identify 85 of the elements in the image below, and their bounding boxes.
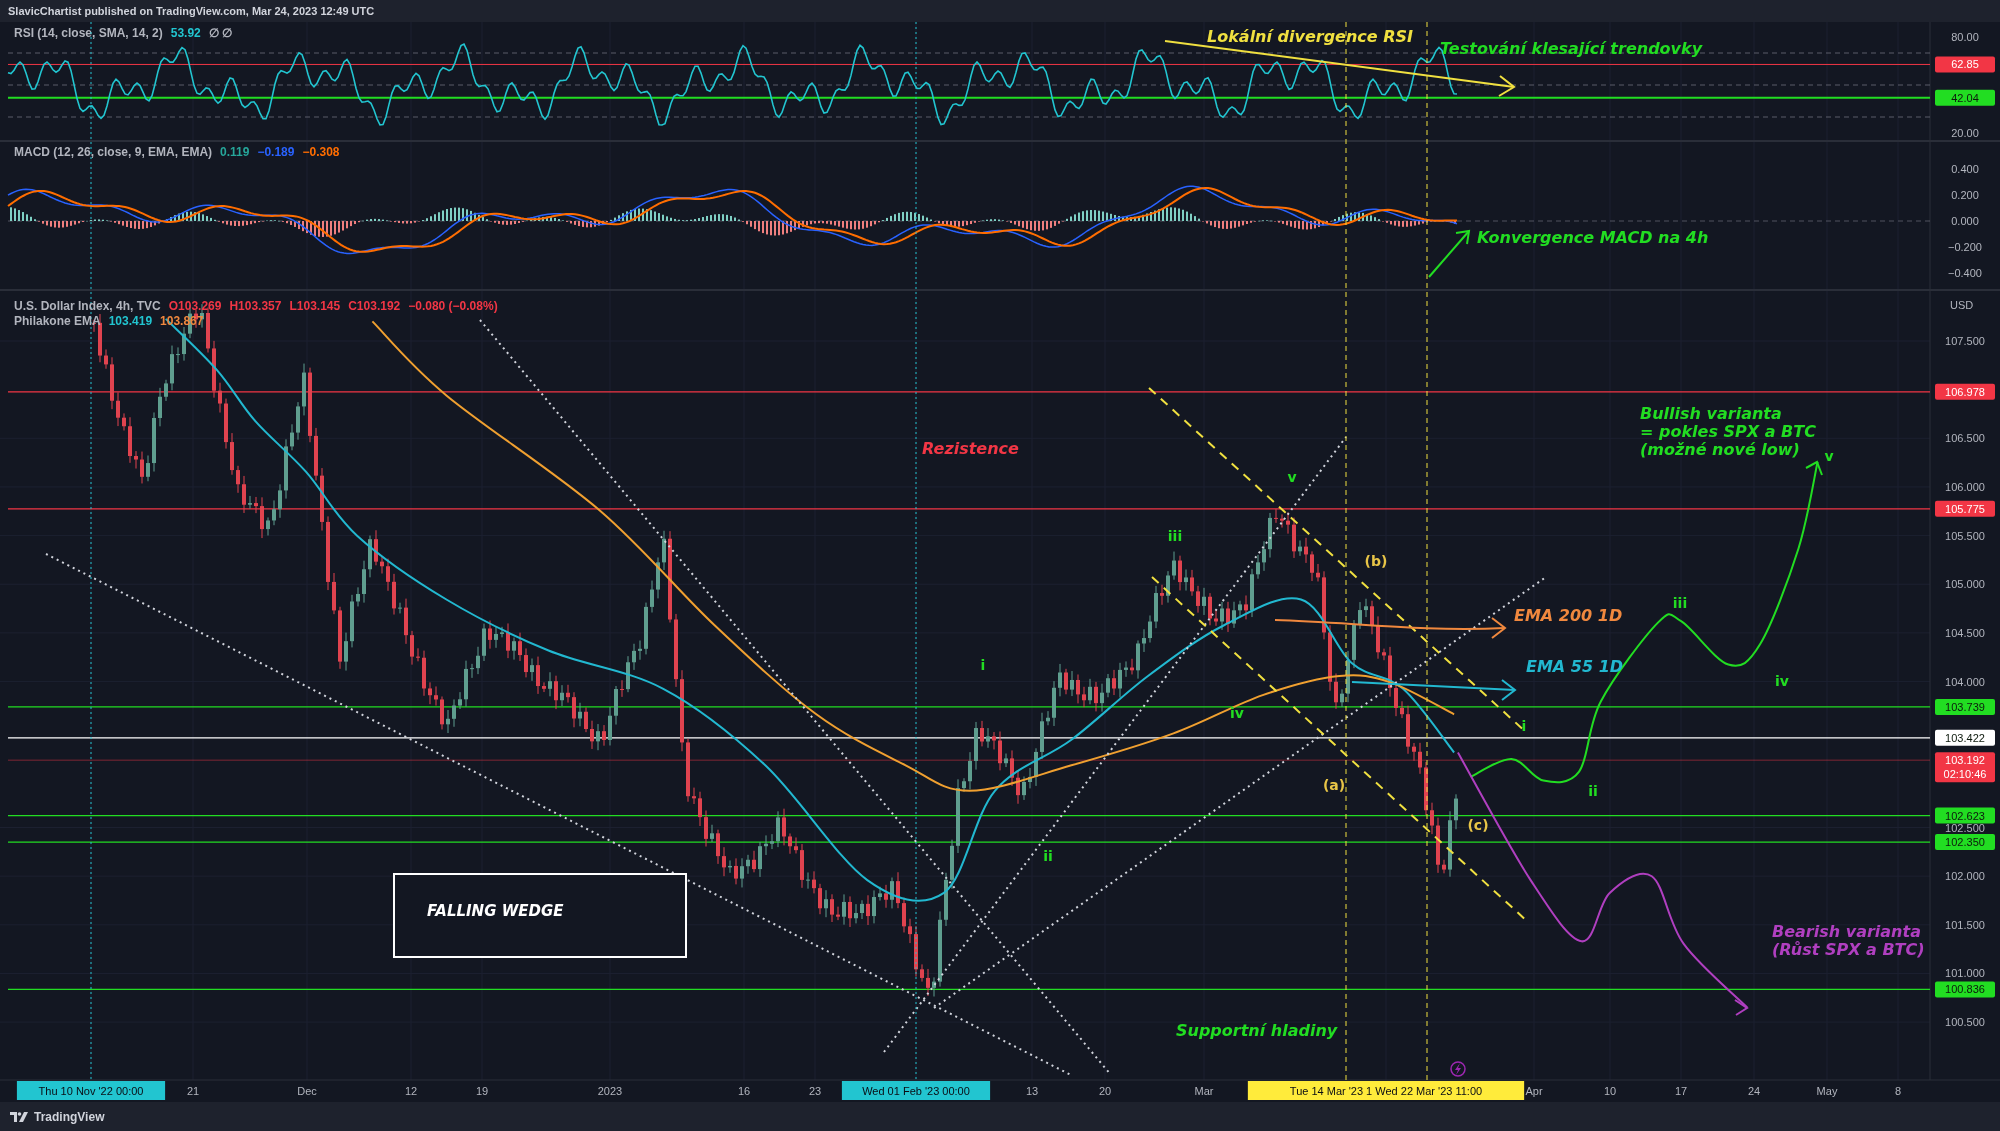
time-tick-label: Mar <box>1194 1085 1214 1097</box>
time-tick-label: 10 <box>1603 1085 1617 1097</box>
time-tick-label: 13 <box>1025 1085 1039 1097</box>
indicator-legend: −0.308 <box>302 145 340 159</box>
annotation-text: EMA 55 1D <box>1526 657 1624 676</box>
axis-tick-label: 104.500 <box>1945 626 1985 639</box>
time-tick-label: 2023 <box>597 1085 623 1097</box>
time-tick-label: Apr <box>1525 1085 1543 1097</box>
wave-label: v <box>1824 448 1834 464</box>
time-tick-label: 23 <box>808 1085 822 1097</box>
time-tick-label: 21 <box>186 1085 200 1097</box>
annotation-text: Konvergence MACD na 4h <box>1477 228 1709 247</box>
indicator-legend: 53.92 <box>170 26 201 40</box>
axis-tick-label: 0.400 <box>1951 163 1979 175</box>
axis-tick-label: 0.200 <box>1951 189 1979 201</box>
annotation-text: Lokální divergence RSI <box>1207 27 1414 46</box>
symbol-legend: −0.080 (−0.08%) <box>408 299 498 313</box>
axis-tick-label: 20.00 <box>1951 127 1979 139</box>
wave-label: iv <box>1775 673 1789 689</box>
date-marker-label: Wed 01 Feb '23 00:00 <box>841 1081 991 1100</box>
wave-label: (a) <box>1322 777 1346 793</box>
time-tick-label: 20 <box>1098 1085 1112 1097</box>
axis-tick-label: 100.500 <box>1945 1016 1985 1029</box>
publisher-caption: SlavicChartist published on TradingView.com, Mar 24, 2023 12:49 UTC <box>0 0 2000 22</box>
wave-label: (b) <box>1364 553 1388 569</box>
axis-tick-label: 101.500 <box>1945 918 1985 931</box>
indicator-legend: −0.189 <box>257 145 295 159</box>
price-label: 62.85 <box>1935 56 1995 73</box>
time-tick-label: 8 <box>1894 1085 1902 1097</box>
price-label: 103.192 02:10:46 <box>1935 752 1995 783</box>
symbol-legend: O103.269 <box>168 299 222 313</box>
axis-tick-label: 102.000 <box>1945 870 1985 883</box>
axis-tick-label: 0.000 <box>1951 215 1979 227</box>
indicator-legend: 0.119 <box>220 145 250 159</box>
wave-label: ii <box>1043 848 1053 864</box>
wave-label: iii <box>1167 528 1183 544</box>
wave-label: iv <box>1230 705 1244 721</box>
price-label: 102.350 <box>1935 834 1995 851</box>
symbol-legend: U.S. Dollar Index, 4h, TVC <box>14 299 161 313</box>
lightning-icon[interactable] <box>1450 1061 1466 1077</box>
axis-tick-label: 101.000 <box>1945 967 1985 980</box>
axis-tick-label: 106.000 <box>1945 480 1985 493</box>
annotation-text: Testování klesající trendovky <box>1440 39 1703 58</box>
annotation-text: Bullish varianta = pokles SPX a BTC (možné nové low) <box>1640 404 1816 459</box>
axis-tick-label: 106.500 <box>1945 432 1985 445</box>
annotation-text: Bearish varianta (Růst SPX a BTC) <box>1772 922 1925 959</box>
brand-name: TradingView <box>34 1109 105 1124</box>
logo-icon <box>10 1111 28 1122</box>
date-marker-label: Thu 10 Nov '22 00:00 <box>16 1081 166 1100</box>
symbol-legend: L103.145 <box>289 299 341 313</box>
axis-tick-label: 80.00 <box>1951 31 1979 43</box>
axis-tick-label: 105.000 <box>1945 578 1985 591</box>
time-tick-label: 16 <box>737 1085 751 1097</box>
axis-tick-label: −0.400 <box>1948 267 1982 279</box>
annotation-text: Rezistence <box>922 439 1019 458</box>
time-tick-label: 12 <box>404 1085 418 1097</box>
currency-label: USD <box>1950 299 1974 311</box>
wave-label: i <box>1521 718 1527 734</box>
axis-tick-label: −0.200 <box>1948 241 1982 253</box>
wave-label: iii <box>1672 595 1688 611</box>
wave-label: (c) <box>1467 817 1489 833</box>
time-tick-label: 24 <box>1747 1085 1761 1097</box>
price-label: 100.836 <box>1935 981 1995 998</box>
trend-arrow <box>1428 229 1471 278</box>
pattern-label: FALLING WEDGE <box>427 902 564 920</box>
annotation-text: EMA 200 1D <box>1514 606 1623 625</box>
time-tick-label: 17 <box>1674 1085 1688 1097</box>
axis-tick-label: 104.000 <box>1945 675 1985 688</box>
indicator-legend: MACD (12, 26, close, 9, EMA, EMA) <box>14 145 213 159</box>
axis-tick-label: 105.500 <box>1945 529 1985 542</box>
time-tick-label: 19 <box>475 1085 489 1097</box>
indicator-legend: ∅ ∅ <box>208 26 233 40</box>
indicator-legend: 103.419 <box>108 314 153 328</box>
annotation-text: Supportní hladiny <box>1176 1021 1338 1040</box>
axis-tick-label: 102.500 <box>1945 821 1985 834</box>
symbol-legend: H103.357 <box>229 299 282 313</box>
wave-label: i <box>980 657 986 673</box>
time-tick-label: May <box>1816 1085 1838 1097</box>
axis-tick-label: 107.500 <box>1945 335 1985 347</box>
symbol-legend: C103.192 <box>348 299 401 313</box>
indicator-legend: RSI (14, close, SMA, 14, 2) <box>14 26 163 40</box>
date-marker-label: Tue 14 Mar '23 1 Wed 22 Mar '23 11:00 <box>1247 1081 1525 1100</box>
time-tick-label: Dec <box>297 1085 317 1097</box>
wave-label: ii <box>1588 783 1598 799</box>
wave-label: v <box>1287 469 1297 485</box>
